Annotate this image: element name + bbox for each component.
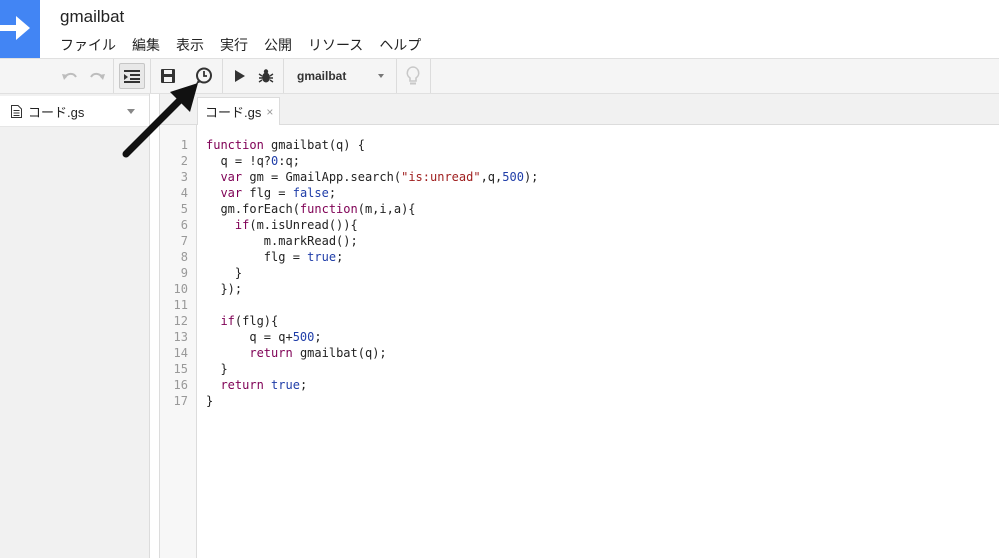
run-button[interactable] — [227, 63, 253, 89]
line-number: 9 — [180, 266, 188, 280]
menu-bar: ファイル 編集 表示 実行 公開 リソース ヘルプ — [60, 35, 437, 55]
tab-label: コード.gs — [205, 105, 262, 120]
project-title[interactable]: gmailbat — [60, 7, 124, 27]
lightbulb-button[interactable] — [400, 63, 426, 89]
line-number: 14 — [173, 346, 188, 360]
code-line[interactable]: gm.forEach(function(m,i,a){ — [206, 201, 415, 217]
line-number: 17 — [173, 394, 188, 408]
code-line[interactable]: if(m.isUnread()){ — [206, 217, 358, 233]
code-line[interactable]: function gmailbat(q) { — [206, 137, 365, 153]
redo-icon — [90, 72, 105, 80]
toolbar-separator — [283, 59, 284, 93]
code-line[interactable]: q = !q?0:q; — [206, 153, 300, 169]
line-number-gutter: 1 2 3 4 5 6 7 8 9 10 11 12 13 14 15 16 17 — [160, 125, 197, 558]
code-line[interactable]: } — [206, 393, 213, 409]
toolbar-separator — [396, 59, 397, 93]
caret-down-icon — [378, 74, 384, 78]
line-number: 6 — [180, 218, 188, 232]
menu-run[interactable]: 実行 — [220, 35, 264, 55]
code-line[interactable]: var flg = false; — [206, 185, 336, 201]
redo-button[interactable] — [84, 63, 110, 89]
tab-bar: コード.gs × — [160, 94, 999, 125]
menu-publish[interactable]: 公開 — [264, 35, 308, 55]
annotation-arrow-icon — [122, 83, 198, 158]
app-logo[interactable] — [0, 0, 40, 58]
line-number: 8 — [180, 250, 188, 264]
function-select[interactable]: gmailbat — [290, 65, 394, 87]
line-number: 16 — [173, 378, 188, 392]
toolbar-separator — [430, 59, 431, 93]
undo-button[interactable] — [57, 63, 83, 89]
line-number: 13 — [173, 330, 188, 344]
line-number: 3 — [180, 170, 188, 184]
undo-icon — [62, 72, 77, 80]
code-line[interactable]: q = q+500; — [206, 329, 321, 345]
code-editor[interactable]: function gmailbat(q) { q = !q?0:q; var g… — [197, 125, 999, 558]
document-icon — [11, 104, 22, 118]
line-number: 4 — [180, 186, 188, 200]
line-number: 7 — [180, 234, 188, 248]
line-number: 15 — [173, 362, 188, 376]
code-line[interactable]: return true; — [206, 377, 307, 393]
code-line[interactable]: flg = true; — [206, 249, 344, 265]
menu-file[interactable]: ファイル — [60, 35, 132, 55]
lightbulb-icon — [406, 66, 420, 85]
code-line[interactable]: if(flg){ — [206, 313, 278, 329]
code-line[interactable]: var gm = GmailApp.search("is:unread",q,5… — [206, 169, 538, 185]
line-number: 11 — [173, 298, 188, 312]
code-line[interactable]: }); — [206, 281, 242, 297]
line-number: 12 — [173, 314, 188, 328]
menu-resources[interactable]: リソース — [308, 35, 379, 55]
sidebar-file-name: コード.gs — [28, 104, 85, 120]
code-line[interactable]: } — [206, 361, 227, 377]
line-number: 10 — [173, 282, 188, 296]
file-sidebar: コード.gs — [0, 94, 150, 558]
toolbar-separator — [113, 59, 114, 93]
code-line[interactable]: } — [206, 265, 242, 281]
play-icon — [235, 70, 245, 82]
sidebar-splitter[interactable] — [150, 94, 160, 558]
arrow-right-icon — [0, 16, 30, 40]
menu-view[interactable]: 表示 — [176, 35, 220, 55]
code-line[interactable]: return gmailbat(q); — [206, 345, 386, 361]
line-number: 5 — [180, 202, 188, 216]
code-line[interactable]: m.markRead(); — [206, 233, 358, 249]
function-select-value: gmailbat — [297, 69, 347, 83]
tab-code-gs[interactable]: コード.gs × — [197, 97, 281, 125]
debug-button[interactable] — [253, 63, 279, 89]
toolbar-separator — [222, 59, 223, 93]
menu-help[interactable]: ヘルプ — [379, 35, 437, 55]
close-icon[interactable]: × — [266, 105, 273, 119]
menu-edit[interactable]: 編集 — [132, 35, 176, 55]
bug-icon — [258, 69, 274, 83]
